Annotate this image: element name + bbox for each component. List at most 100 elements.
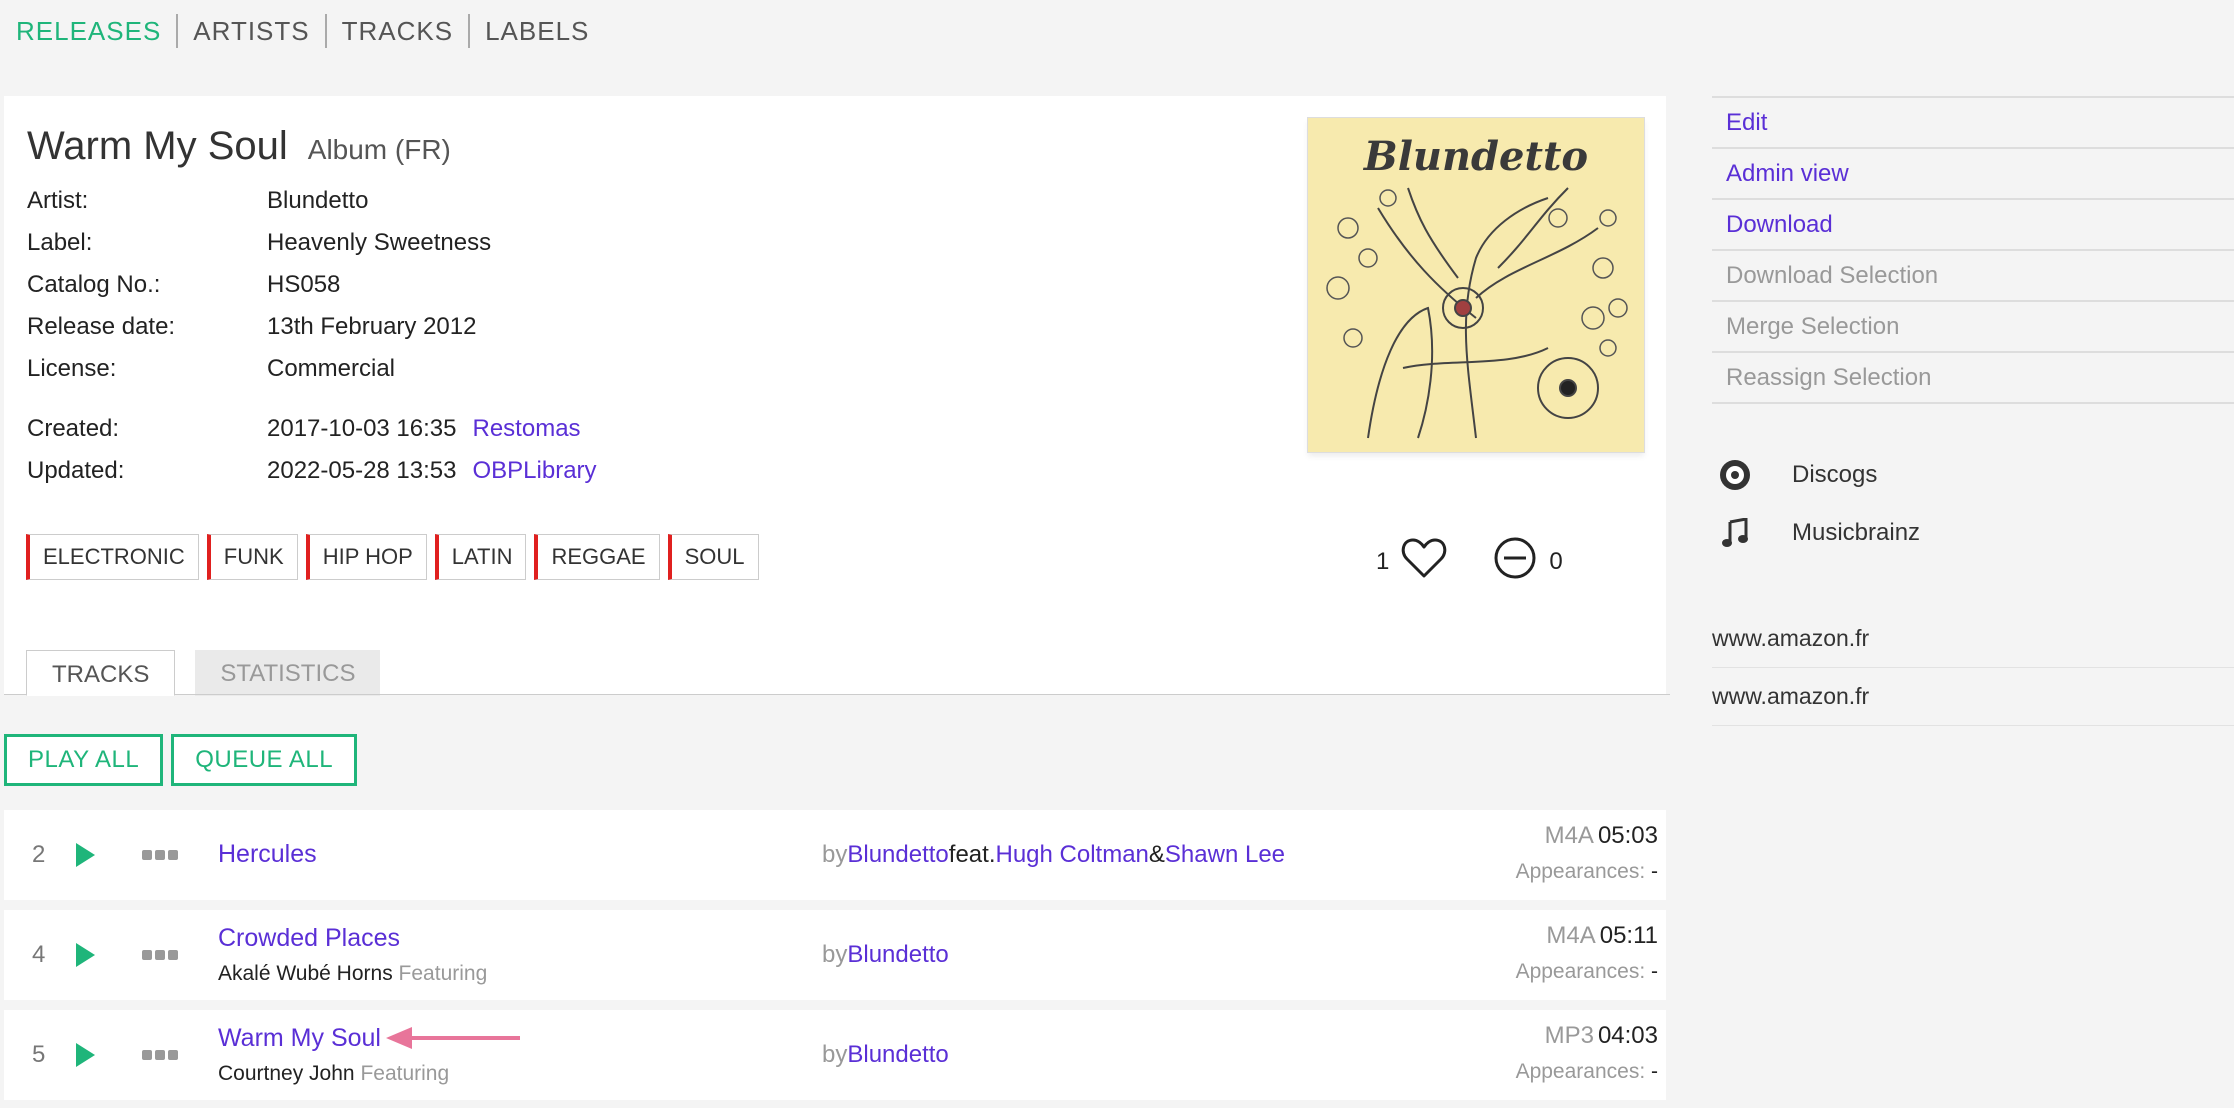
- featuring-artist: Akalé Wubé Horns: [218, 962, 393, 985]
- amazon-link[interactable]: www.amazon.fr: [1712, 668, 2234, 726]
- genre-tag[interactable]: ELECTRONIC: [26, 534, 199, 580]
- appearances-label: Appearances:: [1515, 860, 1646, 883]
- external-links: www.amazon.fr www.amazon.fr: [1712, 610, 2234, 726]
- track-number: 5: [32, 1041, 46, 1068]
- tab-statistics[interactable]: STATISTICS: [195, 650, 381, 696]
- genre-tag[interactable]: LATIN: [434, 534, 527, 580]
- more-options-icon[interactable]: [142, 910, 178, 1000]
- track-list: 2 Hercules by Blundetto feat. Hugh Coltm…: [4, 810, 1666, 1108]
- featured-artist-link[interactable]: Shawn Lee: [1165, 841, 1285, 869]
- vinyl-record-icon: [1718, 459, 1752, 491]
- dislike-count: 0: [1549, 547, 1563, 575]
- nav-releases[interactable]: RELEASES: [16, 14, 176, 48]
- feat-label: feat.: [948, 841, 996, 868]
- track-number: 4: [32, 941, 46, 968]
- votes: 1 0: [1376, 536, 1563, 587]
- top-nav: RELEASES ARTISTS TRACKS LABELS: [16, 14, 604, 48]
- download-selection-action[interactable]: Download Selection: [1712, 249, 2234, 300]
- featuring-role: Featuring: [360, 1062, 450, 1085]
- release-panel: Warm My Soul Album (FR) Artist: Blundett…: [4, 96, 1670, 696]
- track-number: 2: [32, 841, 46, 868]
- by-label: by: [822, 941, 848, 968]
- created-by-link[interactable]: Restomas: [473, 415, 581, 443]
- musicbrainz-link[interactable]: Musicbrainz: [1712, 504, 2234, 562]
- heart-icon[interactable]: [1401, 536, 1447, 587]
- minus-circle-icon[interactable]: [1493, 536, 1537, 587]
- admin-view-action[interactable]: Admin view: [1712, 147, 2234, 198]
- nav-artists[interactable]: ARTISTS: [176, 14, 324, 48]
- track-appearances: Appearances: -: [1516, 960, 1658, 984]
- track-featuring: Akalé Wubé Horns Featuring: [218, 962, 487, 986]
- download-action[interactable]: Download: [1712, 198, 2234, 249]
- music-note-icon: [1718, 518, 1752, 548]
- artist-label: Artist:: [27, 187, 89, 214]
- cover-title-art: Blundetto: [1363, 133, 1588, 180]
- play-icon[interactable]: [74, 1010, 96, 1100]
- track-featuring: Courtney John Featuring: [218, 1062, 449, 1086]
- appearances-value: -: [1651, 860, 1658, 883]
- genre-tag[interactable]: FUNK: [206, 534, 298, 580]
- release-meta: Artist: Blundetto Label: Heavenly Sweetn…: [27, 180, 597, 492]
- album-cover[interactable]: Blundetto: [1308, 118, 1644, 452]
- edit-action[interactable]: Edit: [1712, 96, 2234, 147]
- reassign-selection-action[interactable]: Reassign Selection: [1712, 351, 2234, 402]
- appearances-value: -: [1651, 1060, 1658, 1083]
- appearances-value: -: [1651, 960, 1658, 983]
- merge-selection-action[interactable]: Merge Selection: [1712, 300, 2234, 351]
- release-title: Warm My Soul: [27, 124, 288, 168]
- nav-labels[interactable]: LABELS: [468, 14, 604, 48]
- like-count: 1: [1376, 547, 1390, 575]
- updated-label: Updated:: [27, 457, 125, 484]
- by-label: by: [822, 1041, 848, 1068]
- nav-tracks[interactable]: TRACKS: [324, 14, 468, 48]
- track-artists: by Blundetto: [822, 1010, 949, 1100]
- track-appearances: Appearances: -: [1516, 860, 1658, 884]
- format-type: MP3: [1544, 1022, 1594, 1049]
- discogs-label: Discogs: [1792, 461, 1878, 488]
- created-timestamp: 2017-10-03 16:35: [267, 415, 457, 442]
- tab-divider: [4, 694, 1670, 695]
- external-services: Discogs Musicbrainz: [1712, 446, 2234, 562]
- discogs-link[interactable]: Discogs: [1712, 446, 2234, 504]
- amazon-link[interactable]: www.amazon.fr: [1712, 610, 2234, 668]
- track-duration: 05:03: [1597, 822, 1658, 849]
- track-title[interactable]: Hercules: [218, 840, 317, 869]
- catalog-label: Catalog No.:: [27, 271, 161, 298]
- release-type: Album (FR): [307, 134, 451, 165]
- play-icon[interactable]: [74, 810, 96, 900]
- play-all-button[interactable]: PLAY ALL: [4, 734, 164, 786]
- play-icon[interactable]: [74, 910, 96, 1000]
- tab-tracks[interactable]: TRACKS: [26, 650, 176, 696]
- format-type: M4A: [1546, 922, 1596, 949]
- label-link[interactable]: Heavenly Sweetness: [267, 229, 491, 257]
- genre-tag[interactable]: SOUL: [667, 534, 759, 580]
- genre-tag[interactable]: REGGAE: [534, 534, 660, 580]
- created-label: Created:: [27, 415, 120, 442]
- genre-tag[interactable]: HIP HOP: [305, 534, 427, 580]
- track-row: 4 Crowded Places Akalé Wubé Horns Featur…: [4, 910, 1666, 1000]
- artist-link[interactable]: Blundetto: [847, 1041, 948, 1069]
- track-title[interactable]: Crowded Places: [218, 924, 400, 953]
- release-date-label: Release date:: [27, 313, 176, 340]
- catalog-value: HS058: [267, 271, 341, 298]
- queue-all-button[interactable]: QUEUE ALL: [171, 734, 358, 786]
- artist-link[interactable]: Blundetto: [847, 941, 948, 969]
- more-options-icon[interactable]: [142, 810, 178, 900]
- more-options-icon[interactable]: [142, 1010, 178, 1100]
- artist-link[interactable]: Blundetto: [267, 187, 368, 215]
- featuring-artist: Courtney John: [218, 1062, 355, 1085]
- featured-artist-link[interactable]: Hugh Coltman: [995, 841, 1148, 869]
- track-title[interactable]: Warm My Soul: [218, 1024, 381, 1053]
- musicbrainz-label: Musicbrainz: [1792, 519, 1921, 546]
- track-actions: PLAY ALL QUEUE ALL: [4, 734, 358, 786]
- track-duration: 05:11: [1599, 922, 1658, 949]
- track-artists: by Blundetto: [822, 910, 949, 1000]
- pointer-arrow-icon: [386, 1024, 522, 1057]
- track-row: 2 Hercules by Blundetto feat. Hugh Coltm…: [4, 810, 1666, 900]
- artist-link[interactable]: Blundetto: [847, 841, 948, 869]
- release-tabs: TRACKS STATISTICS: [26, 650, 381, 696]
- updated-by-link[interactable]: OBPLibrary: [473, 457, 597, 485]
- release-header: Warm My Soul Album (FR): [27, 124, 451, 169]
- track-duration: 04:03: [1597, 1022, 1658, 1049]
- track-appearances: Appearances: -: [1516, 1060, 1658, 1084]
